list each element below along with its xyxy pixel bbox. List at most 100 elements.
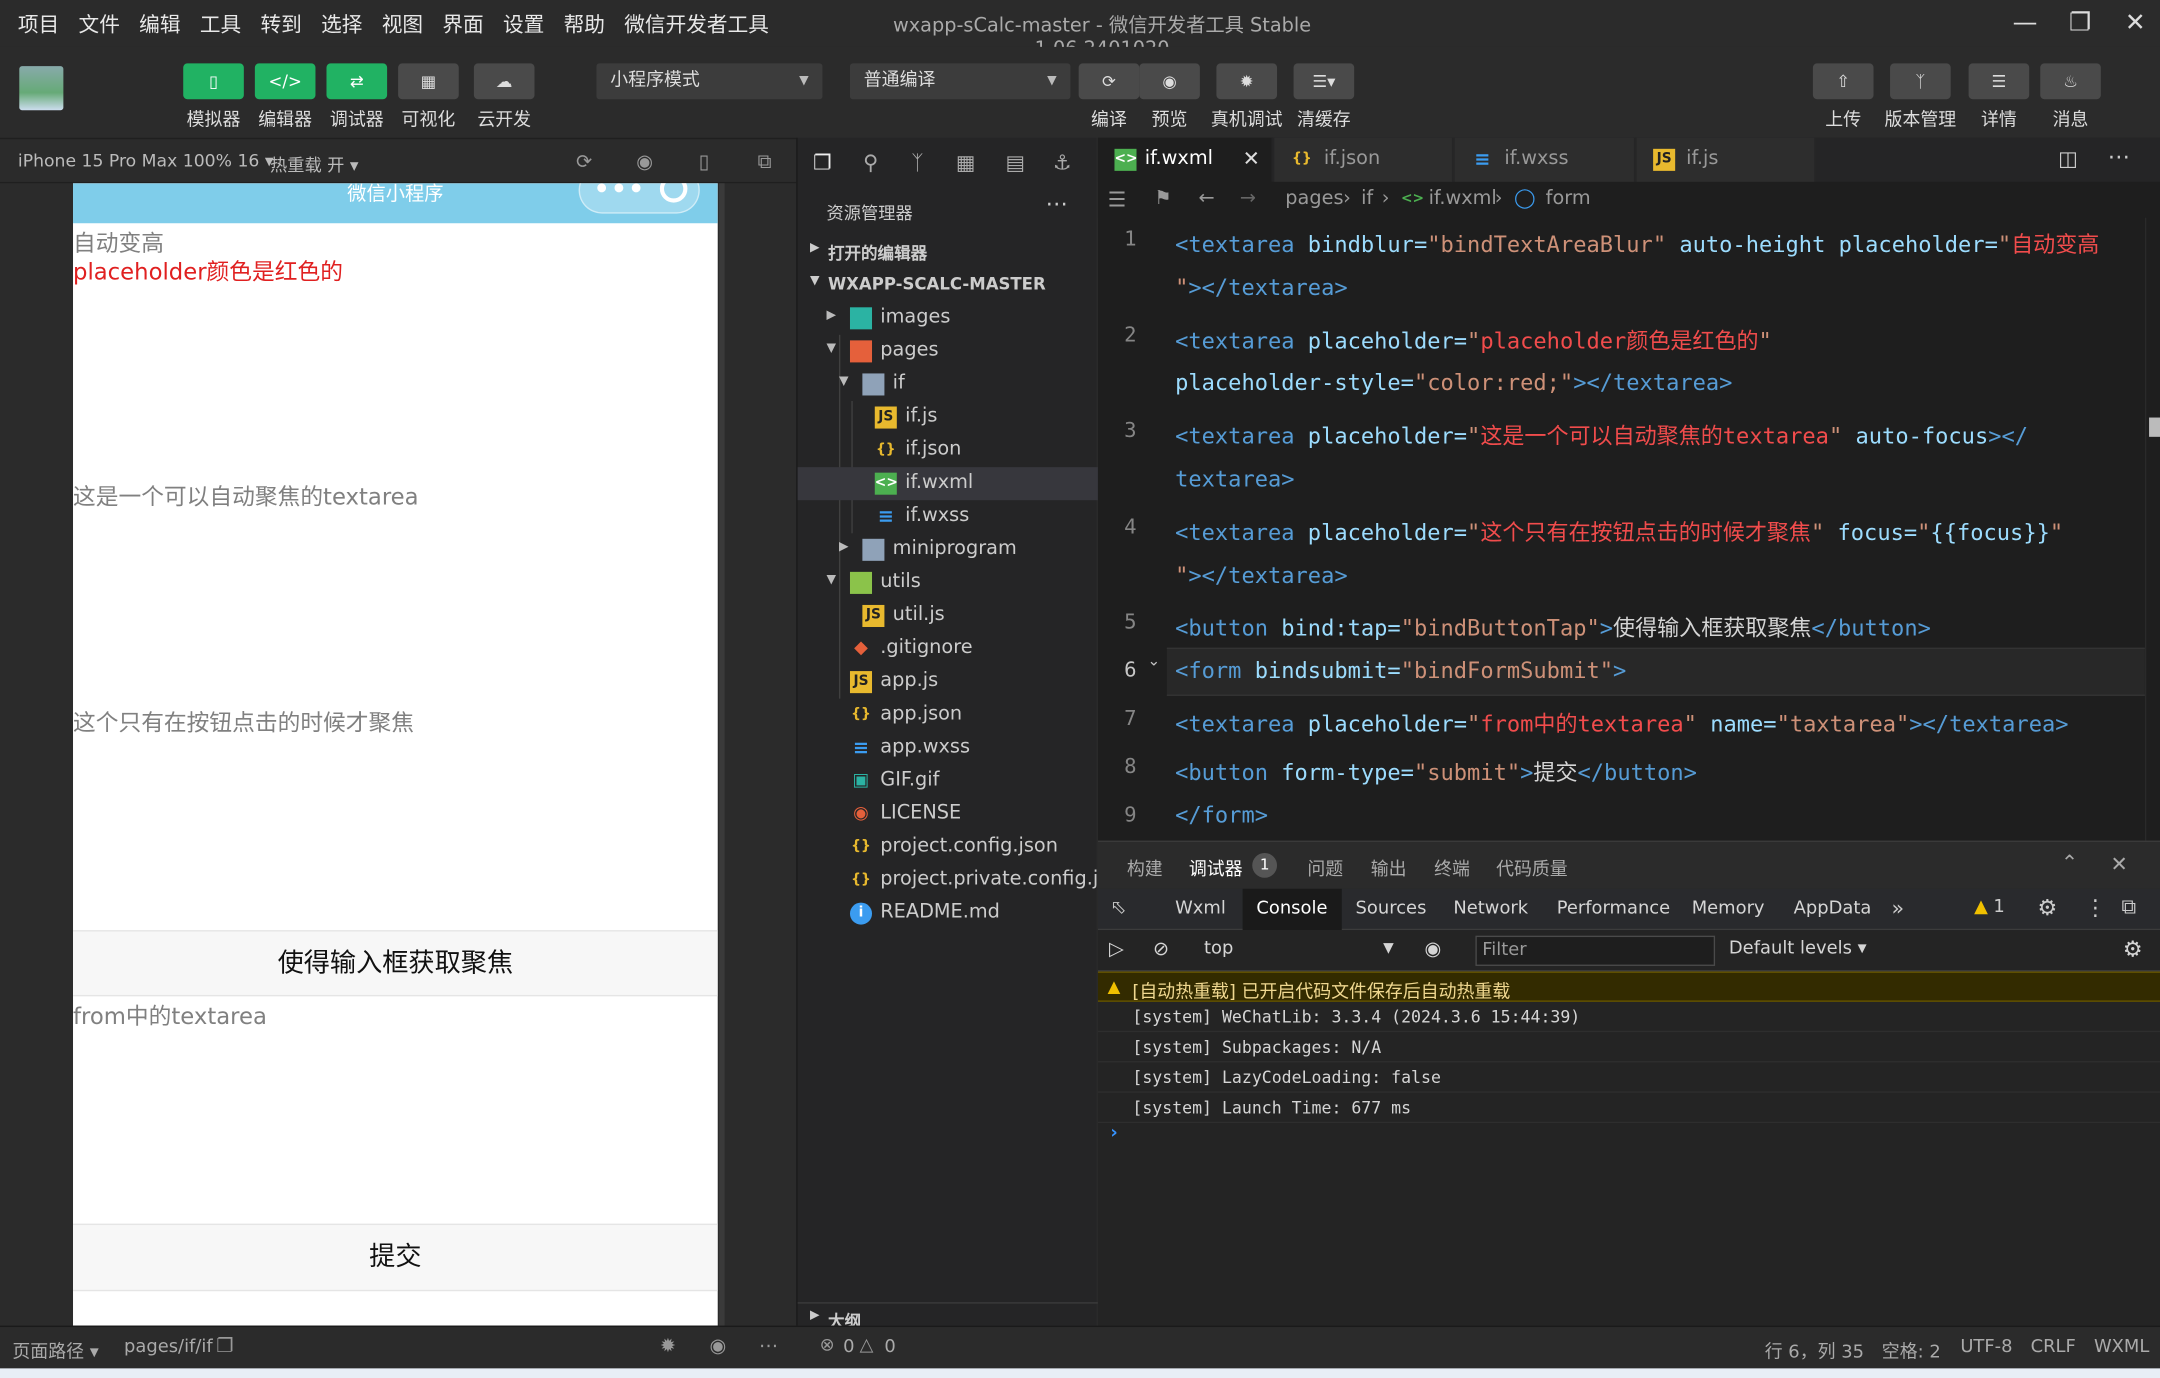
extensions-icon[interactable]: ▦ — [952, 149, 980, 177]
reload-icon[interactable]: ⟳ — [572, 150, 597, 175]
tree-item-pages[interactable]: ▼ pages — [798, 335, 1098, 368]
code-line[interactable]: 5 <button bind:tap="bindButtonTap">使得输入框获… — [1098, 601, 2145, 649]
console-settings-icon[interactable]: ⚙ — [2123, 936, 2143, 962]
tab-if-wxss[interactable]: ≡ if.wxss — [1454, 137, 1636, 182]
details-button[interactable]: ☰ — [1968, 63, 2030, 100]
devtools-tab-appdata[interactable]: AppData — [1780, 889, 1885, 930]
menu-help[interactable]: 帮助 — [557, 9, 612, 38]
tab-if-js[interactable]: JS if.js — [1636, 137, 1816, 182]
simulator-toggle-button[interactable]: ▯ — [183, 63, 244, 100]
search-icon[interactable]: ⚲ — [857, 149, 885, 177]
menu-settings[interactable]: 设置 — [496, 9, 551, 38]
error-count[interactable]: 0 — [843, 1337, 854, 1358]
project-section[interactable]: ▼ WXAPP-SCALC-MASTER — [798, 270, 1098, 300]
warning-icon[interactable]: ▲ — [1974, 897, 1988, 918]
menu-file[interactable]: 文件 — [72, 9, 127, 38]
version-button[interactable]: ᛉ — [1890, 63, 1951, 100]
tree-item-if-json[interactable]: {} if.json — [798, 434, 1098, 467]
clear-console-icon[interactable]: ⊘ — [1153, 938, 1169, 960]
chevron-up-icon[interactable]: ⌃ — [2061, 850, 2078, 875]
code-line[interactable]: 9 </form> — [1098, 793, 2145, 841]
menu-project[interactable]: 项目 — [11, 9, 66, 38]
code-line[interactable]: 6 <form bindsubmit="bindFormSubmit"> — [1098, 649, 2145, 697]
code-line[interactable]: 1 <textarea bindblur="bindTextAreaBlur" a… — [1098, 218, 2145, 266]
files-icon[interactable]: ❐ — [809, 149, 837, 177]
console-filter-input[interactable]: Filter — [1475, 935, 1716, 966]
menu-select[interactable]: 选择 — [314, 9, 369, 38]
console-prompt-icon[interactable]: › — [1110, 1123, 1117, 1144]
eye-icon[interactable]: ◉ — [709, 1335, 726, 1357]
tab-output[interactable]: 输出 — [1371, 854, 1407, 881]
focus-button[interactable]: 使得输入框获取聚焦 — [73, 930, 718, 997]
maximize-icon[interactable]: ❐ — [2053, 6, 2108, 42]
devtools-tab-network[interactable]: Network — [1440, 889, 1542, 930]
submit-button[interactable]: 提交 — [73, 1223, 718, 1292]
tree-item-if-wxml[interactable]: <> if.wxml — [797, 467, 1098, 501]
tab-build[interactable]: 构建 — [1127, 854, 1163, 881]
tree-item-miniprogram[interactable]: ▶ miniprogram — [798, 533, 1098, 566]
source-control-icon[interactable]: ᛉ — [904, 149, 932, 177]
more-dots-icon[interactable]: ••• — [594, 183, 646, 204]
docker-icon[interactable]: ⚓ — [1048, 149, 1076, 177]
tree-item-gitignore[interactable]: ◆ .gitignore — [798, 633, 1098, 666]
devtools-tab-memory[interactable]: Memory — [1678, 889, 1778, 930]
code-line[interactable]: "></textarea> — [1098, 553, 2145, 601]
debugger-toggle-button[interactable]: ⇄ — [326, 63, 388, 100]
storage-icon[interactable]: ▤ — [1002, 149, 1030, 177]
tree-item-readme[interactable]: i README.md — [798, 897, 1098, 930]
menu-tools[interactable]: 工具 — [193, 9, 248, 38]
eye-icon[interactable]: ◉ — [1424, 938, 1441, 960]
tree-item-images[interactable]: ▶ images — [798, 302, 1098, 335]
close-miniprogram-icon[interactable] — [659, 183, 688, 203]
menu-wechat-devtools[interactable]: 微信开发者工具 — [617, 9, 775, 38]
code-line[interactable]: 2 <textarea placeholder="placeholder颜色是红色… — [1098, 314, 2145, 362]
devtools-tab-console[interactable]: Console — [1242, 888, 1342, 931]
warning-icon[interactable]: △ — [860, 1335, 874, 1356]
textarea-button-focus[interactable]: 这个只有在按钮点击的时候才聚焦 — [73, 704, 414, 737]
visual-toggle-button[interactable]: ▦ — [398, 63, 459, 100]
encoding[interactable]: UTF-8 — [1960, 1337, 2012, 1358]
devtools-tab-performance[interactable]: Performance — [1543, 889, 1684, 930]
tree-item-if-wxss[interactable]: ≡ if.wxss — [798, 500, 1098, 533]
device-debug-button[interactable]: ✹ — [1216, 63, 1278, 100]
minimize-icon[interactable]: — — [1998, 6, 2053, 42]
tree-item-util-js[interactable]: JS util.js — [798, 599, 1098, 632]
close-icon[interactable]: ✕ — [1243, 146, 1260, 171]
code-line[interactable]: 7 <textarea placeholder="from中的textarea" … — [1098, 697, 2145, 745]
line-ending[interactable]: CRLF — [2031, 1337, 2076, 1358]
tree-item-license[interactable]: ◉ LICENSE — [798, 798, 1098, 831]
more-actions-icon[interactable]: ⋯ — [2108, 143, 2130, 169]
more-actions-icon[interactable]: ⋯ — [759, 1335, 778, 1357]
menu-view[interactable]: 视图 — [375, 9, 430, 38]
form-textarea[interactable]: from中的textarea — [73, 998, 267, 1031]
bookmark-icon[interactable]: ⚑ — [1154, 187, 1171, 209]
chevron-down-icon[interactable]: ▼ — [1383, 941, 1394, 956]
context-select[interactable]: top — [1204, 938, 1233, 959]
tab-code-quality[interactable]: 代码质量 — [1496, 854, 1568, 881]
devtools-tab-wxml[interactable]: Wxml — [1161, 889, 1239, 930]
tree-item-app-js[interactable]: JS app.js — [798, 666, 1098, 699]
tab-if-wxml[interactable]: <> if.wxml ✕ — [1097, 137, 1273, 182]
hot-reload-toggle[interactable]: 热重载 开 ▾ — [270, 150, 358, 176]
messages-button[interactable]: ♨ — [2040, 63, 2101, 100]
code-line[interactable]: 3 <textarea placeholder="这是一个可以自动聚焦的texta… — [1098, 410, 2145, 458]
devtools-tab-sources[interactable]: Sources — [1342, 889, 1440, 930]
textarea-auto-focus[interactable]: 这是一个可以自动聚焦的textarea — [73, 478, 419, 511]
close-window-icon[interactable]: ✕ — [2108, 6, 2160, 42]
code-line[interactable]: "></textarea> — [1098, 266, 2145, 314]
breadcrumb-item[interactable]: if — [1361, 187, 1373, 209]
compile-button[interactable]: ⟳ — [1078, 63, 1140, 100]
device-select[interactable]: iPhone 15 Pro Max 100% 16 ▾ — [18, 150, 274, 171]
tree-item-utils[interactable]: ▼ utils — [798, 566, 1098, 599]
cursor-position[interactable]: 行 6，列 35 — [1765, 1337, 1864, 1363]
bug-icon[interactable]: ✹ — [660, 1335, 676, 1357]
stop-icon[interactable]: ◉ — [632, 150, 657, 175]
tree-item-if-js[interactable]: JS if.js — [798, 401, 1098, 434]
textarea-red-placeholder[interactable]: placeholder颜色是红色的 — [73, 254, 343, 287]
tree-item-project-private-config[interactable]: {} project.private.config.js... — [798, 864, 1126, 897]
sidebar-toggle-icon[interactable]: ▷ — [1109, 938, 1124, 960]
tab-problems[interactable]: 问题 — [1307, 854, 1343, 881]
forward-arrow-icon[interactable]: → — [1240, 187, 1256, 209]
code-line[interactable]: textarea> — [1098, 457, 2145, 505]
clear-cache-button[interactable]: ☰▾ — [1293, 63, 1355, 100]
